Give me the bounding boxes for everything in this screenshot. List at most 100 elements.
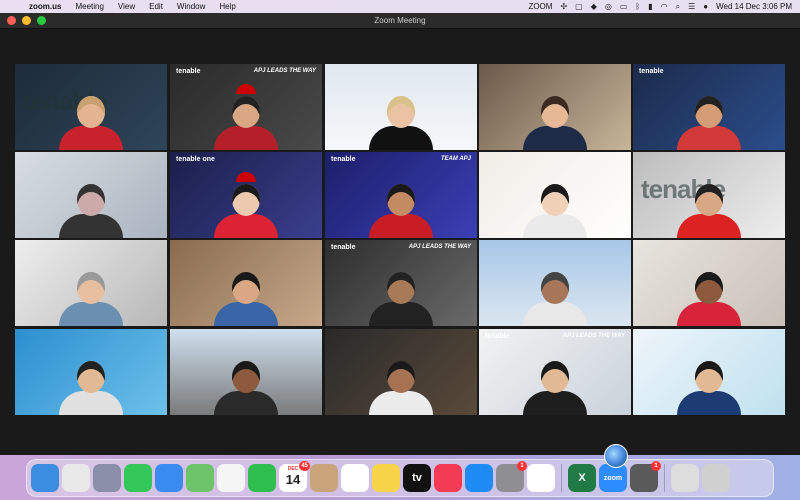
tile-brand-logo: tenable bbox=[639, 68, 664, 75]
participant-figure bbox=[59, 178, 123, 238]
zoom-status-label[interactable]: ZOOM bbox=[528, 2, 552, 11]
dock-app-store-icon[interactable] bbox=[465, 464, 493, 492]
dock-photos-icon[interactable] bbox=[217, 464, 245, 492]
dock-contacts-icon[interactable] bbox=[310, 464, 338, 492]
menu-help[interactable]: Help bbox=[212, 2, 242, 11]
dock-maps-icon[interactable] bbox=[186, 464, 214, 492]
menu-app-name[interactable]: zoom.us bbox=[22, 2, 68, 11]
participant-figure bbox=[214, 266, 278, 326]
video-tile-9[interactable] bbox=[479, 152, 631, 238]
minimize-window-button[interactable] bbox=[22, 16, 31, 25]
display-icon[interactable]: ▭ bbox=[620, 2, 628, 11]
tile-brand-logo: tenable bbox=[331, 156, 356, 163]
video-tile-5[interactable]: tenable bbox=[633, 64, 785, 150]
tile-brand-logo: tenable bbox=[331, 244, 356, 251]
dock-notes-icon[interactable] bbox=[372, 464, 400, 492]
participant-figure bbox=[677, 266, 741, 326]
menu-view[interactable]: View bbox=[111, 2, 142, 11]
dock-badge: 1 bbox=[517, 461, 527, 471]
dock-finder-icon[interactable] bbox=[31, 464, 59, 492]
dock-preview-icon[interactable] bbox=[671, 464, 699, 492]
shield-icon[interactable]: ◆ bbox=[591, 2, 597, 11]
video-tile-12[interactable] bbox=[170, 240, 322, 326]
participant-figure bbox=[677, 178, 741, 238]
video-tile-2[interactable]: tenable APJ LEADS THE WAY bbox=[170, 64, 322, 150]
video-tile-10[interactable]: tenable bbox=[633, 152, 785, 238]
dock-reminders-icon[interactable] bbox=[341, 464, 369, 492]
wifi-icon[interactable]: ◠ bbox=[661, 2, 668, 11]
sync-icon[interactable]: ◎ bbox=[605, 2, 612, 11]
dock-slack-icon[interactable] bbox=[527, 464, 555, 492]
calendar-day: 14 bbox=[285, 472, 301, 487]
video-tile-11[interactable] bbox=[15, 240, 167, 326]
video-tile-16[interactable] bbox=[15, 329, 167, 415]
video-tile-6[interactable] bbox=[15, 152, 167, 238]
window-title-bar[interactable]: Zoom Meeting bbox=[0, 13, 800, 29]
dock-apple-tv-icon[interactable]: tv bbox=[403, 464, 431, 492]
screen-icon[interactable]: ▢ bbox=[575, 2, 583, 11]
dock-chrome-icon[interactable] bbox=[62, 464, 90, 492]
video-tile-18[interactable] bbox=[325, 329, 477, 415]
video-tile-7[interactable]: tenable one bbox=[170, 152, 322, 238]
dock-excel-icon[interactable]: X bbox=[568, 464, 596, 492]
video-tile-8[interactable]: tenable TEAM APJ bbox=[325, 152, 477, 238]
menu-window[interactable]: Window bbox=[170, 2, 212, 11]
tile-tagline: TEAM APJ bbox=[440, 156, 471, 162]
dock-zoom-icon[interactable]: zoom bbox=[599, 464, 627, 492]
dock-archive-icon[interactable]: 1 bbox=[630, 461, 661, 492]
dock-separator bbox=[664, 464, 665, 492]
dock-separator bbox=[561, 464, 562, 492]
participant-figure bbox=[369, 355, 433, 415]
menu-edit[interactable]: Edit bbox=[142, 2, 170, 11]
participant-figure bbox=[677, 355, 741, 415]
dock-system-settings-icon[interactable]: 1 bbox=[496, 461, 527, 492]
dock-launchpad-icon[interactable] bbox=[93, 464, 121, 492]
video-tile-17[interactable] bbox=[170, 329, 322, 415]
dock-messages-icon[interactable] bbox=[124, 464, 152, 492]
video-tile-20[interactable] bbox=[633, 329, 785, 415]
globe-icon[interactable] bbox=[604, 444, 628, 468]
video-tile-19[interactable]: tenable APJ LEADS THE WAY bbox=[479, 329, 631, 415]
video-tile-13[interactable]: tenable APJ LEADS THE WAY bbox=[325, 240, 477, 326]
video-tile-4[interactable] bbox=[479, 64, 631, 150]
dock-calendar-icon[interactable]: DEC 14 45 bbox=[279, 461, 310, 492]
menu-meeting[interactable]: Meeting bbox=[68, 2, 110, 11]
dock-mail-icon[interactable] bbox=[155, 464, 183, 492]
participant-figure bbox=[523, 178, 587, 238]
bluetooth-icon[interactable]: ᛒ bbox=[635, 2, 640, 11]
participant-figure bbox=[59, 355, 123, 415]
close-window-button[interactable] bbox=[7, 16, 16, 25]
menu-bar-tray: ZOOM ✣ ▢ ◆ ◎ ▭ ᛒ ▮ ◠ ⌕ ☰ ● Wed 14 Dec 3:… bbox=[528, 2, 800, 12]
tile-tagline: APJ LEADS THE WAY bbox=[562, 333, 625, 339]
participant-figure bbox=[214, 90, 278, 150]
video-tile-3[interactable] bbox=[325, 64, 477, 150]
participant-figure bbox=[214, 178, 278, 238]
tile-tagline: APJ LEADS THE WAY bbox=[253, 68, 316, 74]
video-tile-1[interactable]: tenable bbox=[15, 64, 167, 150]
search-icon[interactable]: ⌕ bbox=[676, 2, 680, 12]
dock-music-icon[interactable] bbox=[434, 464, 462, 492]
participant-figure bbox=[369, 266, 433, 326]
participant-figure bbox=[369, 178, 433, 238]
tile-brand-logo: tenable bbox=[485, 333, 510, 340]
participant-figure bbox=[369, 90, 433, 150]
dock-app-label: zoom bbox=[603, 474, 623, 482]
siri-icon[interactable]: ● bbox=[703, 2, 708, 11]
dock-trash-icon[interactable] bbox=[702, 464, 730, 492]
video-tile-15[interactable] bbox=[633, 240, 785, 326]
zoom-meeting-window: Zoom Meeting tenable tenable APJ LEADS THE… bbox=[0, 13, 800, 455]
video-gallery: tenable tenable APJ LEADS THE WAY tenable te… bbox=[15, 64, 785, 415]
extension-icon[interactable]: ✣ bbox=[560, 2, 567, 11]
participant-figure bbox=[59, 266, 123, 326]
battery-icon[interactable]: ▮ bbox=[648, 2, 652, 11]
clock[interactable]: Wed 14 Dec 3:06 PM bbox=[716, 2, 792, 11]
window-title: Zoom Meeting bbox=[374, 16, 426, 25]
participant-figure bbox=[523, 355, 587, 415]
dock-facetime-icon[interactable] bbox=[248, 464, 276, 492]
dock-app-label: X bbox=[578, 472, 586, 484]
fullscreen-window-button[interactable] bbox=[37, 16, 46, 25]
dock-badge: 1 bbox=[651, 461, 661, 471]
control-center-icon[interactable]: ☰ bbox=[688, 2, 695, 11]
desktop: zoom.us Meeting View Edit Window Help ZO… bbox=[0, 0, 800, 500]
video-tile-14[interactable] bbox=[479, 240, 631, 326]
